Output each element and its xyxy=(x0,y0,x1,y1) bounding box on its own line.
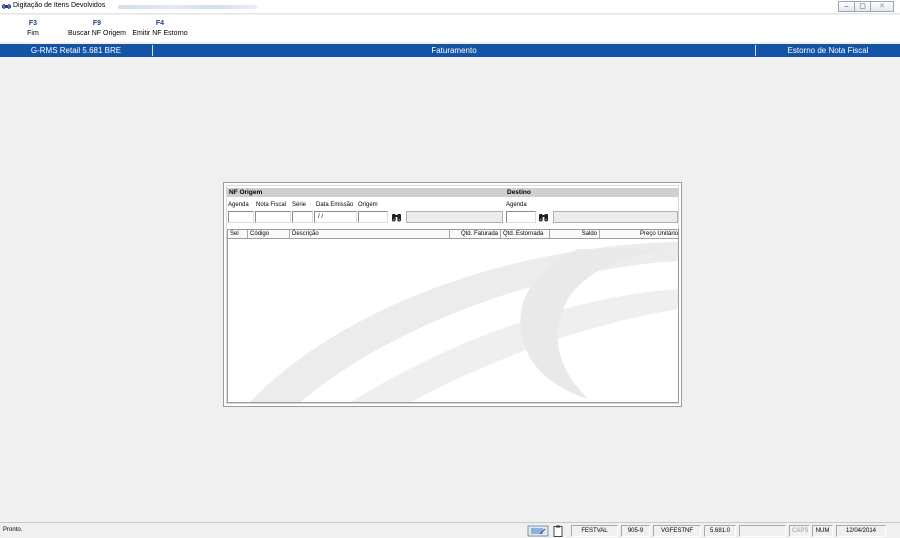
status-company: FESTVAL xyxy=(571,525,618,537)
destino-agenda-label: Agenda xyxy=(506,202,527,208)
minimize-button[interactable]: ‒ xyxy=(838,1,855,12)
serie-label: Série xyxy=(292,202,307,208)
agenda-input[interactable] xyxy=(228,211,254,223)
maximize-button[interactable]: ▢ xyxy=(854,1,871,12)
nf-origem-section-title: NF Origem xyxy=(227,188,505,197)
data-emissao-input[interactable]: / / xyxy=(314,211,357,223)
title-extra-info xyxy=(118,5,258,9)
status-caps-lock: CAPS xyxy=(789,525,810,537)
fkey-label: Emitir NF Estorno xyxy=(132,30,188,37)
origem-description-field xyxy=(406,211,503,223)
column-header-sel[interactable]: Sel xyxy=(228,230,248,239)
nota-fiscal-label: Nota Fiscal xyxy=(256,202,287,208)
window-controls: ‒ ▢ ✕ xyxy=(838,1,894,12)
column-header-qtd-estornada[interactable]: Qtd. Estornada xyxy=(501,230,550,239)
f9-buscar-nf-origem-button[interactable]: F9 Buscar NF Origem xyxy=(66,20,128,37)
status-num-lock: NUM xyxy=(812,525,833,537)
grid-header: Sel Código Descrição Qtd. Faturada Qtd. … xyxy=(228,230,678,239)
fkey-code: F3 xyxy=(28,20,38,27)
origem-input[interactable] xyxy=(358,211,388,223)
status-bar: Pronto. FESTVAL 905-9 VGFESTNF 5.681.0 C… xyxy=(0,522,900,538)
destino-section-title: Destino xyxy=(505,188,679,197)
estorno-form-panel: NF Origem Destino Agenda Nota Fiscal Sér… xyxy=(223,182,682,407)
system-version: G-RMS Retail 5.681 BRE xyxy=(30,46,122,55)
app-icon xyxy=(2,4,11,9)
column-header-qtd-faturada[interactable]: Qtd. Faturada xyxy=(450,230,501,239)
function-key-toolbar: F3 Fim F9 Buscar NF Origem F4 Emitir NF … xyxy=(0,15,900,42)
window-title: Digitação de Itens Devolvidos xyxy=(13,2,106,9)
module-header: G-RMS Retail 5.681 BRE Faturamento Estor… xyxy=(0,44,900,57)
screen-name: Estorno de Nota Fiscal xyxy=(787,46,869,55)
status-empty-cell xyxy=(739,525,786,537)
column-header-saldo[interactable]: Saldo xyxy=(550,230,600,239)
status-date: 12/04/2014 xyxy=(836,525,886,537)
status-version: 5.681.0 xyxy=(704,525,736,537)
window-titlebar: Digitação de Itens Devolvidos ‒ ▢ ✕ xyxy=(0,0,900,14)
column-header-descricao[interactable]: Descrição xyxy=(290,230,450,239)
data-emissao-label: Data Emissão xyxy=(316,202,354,208)
close-button[interactable]: ✕ xyxy=(870,1,894,12)
column-header-codigo[interactable]: Código xyxy=(248,230,290,239)
origem-label: Origem xyxy=(358,202,378,208)
fkey-code: F9 xyxy=(92,20,102,27)
status-text: Pronto. xyxy=(3,527,23,533)
fkey-label: Fim xyxy=(27,30,39,37)
module-name: Faturamento xyxy=(431,46,477,55)
agenda-label: Agenda xyxy=(228,202,249,208)
binoculars-icon[interactable] xyxy=(391,212,402,222)
background-swoosh-watermark xyxy=(249,242,678,402)
column-header-preco-unitario[interactable]: Preço Unitário xyxy=(600,230,678,239)
f4-emitir-nf-estorno-button[interactable]: F4 Emitir NF Estorno xyxy=(128,20,192,37)
items-grid[interactable]: Sel Código Descrição Qtd. Faturada Qtd. … xyxy=(227,229,679,403)
fkey-code: F4 xyxy=(155,20,165,27)
serie-input[interactable] xyxy=(292,211,313,223)
clipboard-icon xyxy=(553,525,563,537)
status-program: VGFESTNF xyxy=(653,525,701,537)
f3-fim-button[interactable]: F3 Fim xyxy=(22,20,44,37)
binoculars-icon[interactable] xyxy=(538,212,549,222)
destino-description-field xyxy=(553,211,678,223)
status-store-code: 905-9 xyxy=(621,525,650,537)
destino-agenda-input[interactable] xyxy=(506,211,536,223)
nota-fiscal-input[interactable] xyxy=(255,211,291,223)
network-status-icon xyxy=(527,525,549,537)
fkey-label: Buscar NF Origem xyxy=(68,30,126,37)
